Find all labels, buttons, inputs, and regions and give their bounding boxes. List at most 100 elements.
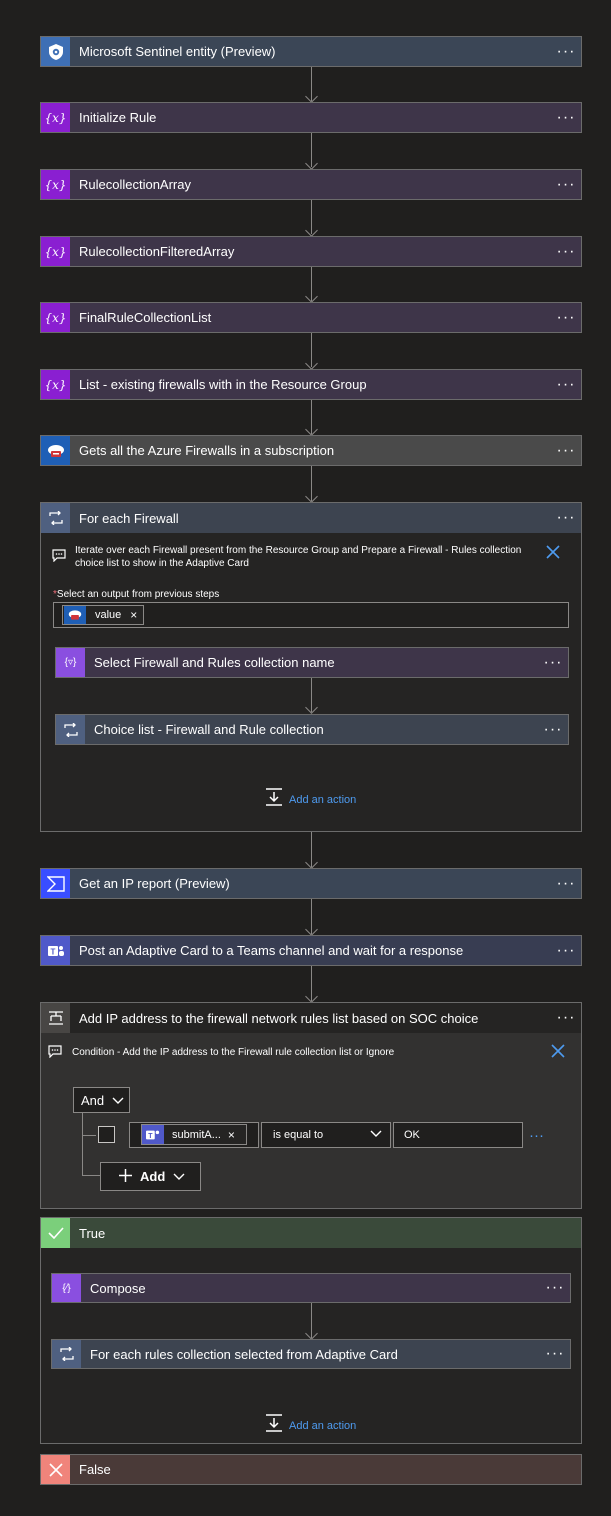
teams-icon: T: [41, 936, 70, 965]
svg-text:T: T: [148, 1133, 153, 1140]
select-firewall-step[interactable]: {▿} Select Firewall and Rules collection…: [55, 647, 569, 678]
token-remove-icon[interactable]: ×: [130, 608, 137, 622]
more-options-button[interactable]: ···: [551, 109, 581, 127]
close-icon: [41, 1455, 70, 1484]
add-action-label: Add an action: [289, 793, 357, 806]
tree-line: [82, 1135, 96, 1136]
loop-icon: [41, 503, 70, 533]
rulecollection-filtered-step[interactable]: {x} RulecollectionFilteredArray ···: [40, 236, 582, 267]
rulecollection-array-step[interactable]: {x} RulecollectionArray ···: [40, 169, 582, 200]
loop-icon: [56, 715, 85, 744]
get-ip-report-step[interactable]: Get an IP report (Preview) ···: [40, 868, 582, 899]
tree-line: [82, 1113, 83, 1176]
false-branch-header[interactable]: False: [40, 1454, 582, 1485]
step-title: Compose: [90, 1280, 146, 1296]
true-branch-header[interactable]: True: [40, 1217, 582, 1248]
connector-arrow-icon: [305, 157, 318, 170]
plus-icon: [119, 1168, 132, 1185]
get-azure-firewalls-step[interactable]: Gets all the Azure Firewalls in a subscr…: [40, 435, 582, 466]
more-options-button[interactable]: ···: [538, 721, 568, 739]
condition-value-input[interactable]: OK: [393, 1122, 523, 1148]
operator-dropdown[interactable]: is equal to: [261, 1122, 391, 1148]
select-output-text: Select an output from previous steps: [56, 589, 220, 600]
connector-arrow-icon: [305, 490, 318, 503]
step-title: Gets all the Azure Firewalls in a subscr…: [79, 443, 335, 458]
close-note-icon[interactable]: [545, 543, 561, 566]
step-title: Select Firewall and Rules collection nam…: [94, 655, 335, 670]
variable-icon: {x}: [41, 370, 70, 399]
connector-arrow-icon: [305, 990, 318, 1003]
step-title: For each Firewall: [79, 510, 179, 526]
condition-value: OK: [404, 1129, 420, 1141]
compose-icon: {⁄}: [52, 1274, 81, 1302]
token-label: value: [95, 609, 122, 621]
more-options-button[interactable]: ···: [551, 509, 581, 527]
add-action-label: Add an action: [289, 1419, 357, 1432]
submit-token[interactable]: T submitA... ×: [141, 1124, 247, 1145]
step-title: Initialize Rule: [79, 110, 157, 125]
token-remove-icon[interactable]: ×: [228, 1128, 235, 1142]
step-title: List - existing firewalls with in the Re…: [79, 377, 367, 392]
virustotal-icon: [41, 869, 70, 898]
sentinel-shield-icon: [41, 37, 70, 66]
row-checkbox[interactable]: [98, 1126, 115, 1143]
loop-icon: [52, 1340, 81, 1368]
select-output-label: *Select an output from previous steps: [53, 589, 219, 600]
foreach-note: Iterate over each Firewall present from …: [75, 545, 522, 569]
and-dropdown[interactable]: And: [73, 1087, 130, 1113]
row-more-button[interactable]: ···: [529, 1127, 544, 1144]
add-action-icon: [264, 787, 284, 812]
more-options-button[interactable]: ···: [538, 654, 568, 672]
comment-icon: [52, 549, 66, 567]
value-token[interactable]: value ×: [62, 605, 144, 625]
more-options-button[interactable]: ···: [551, 875, 581, 893]
more-options-button[interactable]: ···: [551, 376, 581, 394]
check-icon: [41, 1218, 70, 1248]
more-options-button[interactable]: ···: [551, 1009, 581, 1027]
add-action-button[interactable]: Add an action: [264, 787, 356, 812]
more-options-button[interactable]: ···: [540, 1279, 570, 1297]
connector-arrow-icon: [305, 423, 318, 436]
connector-arrow-icon: [305, 357, 318, 370]
initialize-rule-step[interactable]: {x} Initialize Rule ···: [40, 102, 582, 133]
connector-arrow-icon: [305, 224, 318, 237]
variable-icon: {x}: [41, 103, 70, 132]
step-title: For each rules collection selected from …: [90, 1346, 398, 1362]
condition-icon: [41, 1003, 70, 1033]
add-action-button[interactable]: Add an action: [264, 1413, 356, 1438]
and-label: And: [81, 1092, 105, 1108]
azure-cloud-icon: [41, 436, 70, 465]
more-options-button[interactable]: ···: [540, 1345, 570, 1363]
foreach-rules-step[interactable]: For each rules collection selected from …: [51, 1339, 571, 1369]
step-title: Post an Adaptive Card to a Teams channel…: [79, 943, 464, 958]
add-condition-button[interactable]: Add: [100, 1162, 201, 1191]
close-note-icon[interactable]: [550, 1043, 566, 1064]
condition-note: Condition - Add the IP address to the Fi…: [72, 1047, 395, 1058]
teams-icon: T: [142, 1125, 164, 1144]
more-options-button[interactable]: ···: [551, 442, 581, 460]
variable-icon: {x}: [41, 170, 70, 199]
sentinel-entity-step[interactable]: Microsoft Sentinel entity (Preview) ···: [40, 36, 582, 67]
more-options-button[interactable]: ···: [551, 43, 581, 61]
true-label: True: [79, 1225, 106, 1241]
list-firewalls-step[interactable]: {x} List - existing firewalls with in th…: [40, 369, 582, 400]
more-options-button[interactable]: ···: [551, 942, 581, 960]
more-options-button[interactable]: ···: [551, 176, 581, 194]
post-adaptive-card-step[interactable]: T Post an Adaptive Card to a Teams chann…: [40, 935, 582, 966]
comment-icon: [48, 1045, 62, 1063]
more-options-button[interactable]: ···: [551, 309, 581, 327]
step-title: RulecollectionFilteredArray: [79, 244, 235, 259]
variable-icon: {x}: [41, 303, 70, 332]
svg-text:T: T: [50, 947, 55, 956]
select-data-icon: {▿}: [56, 648, 85, 677]
step-title: Microsoft Sentinel entity (Preview): [79, 44, 276, 59]
more-options-button[interactable]: ···: [551, 243, 581, 261]
variable-icon: {x}: [41, 237, 70, 266]
compose-step[interactable]: {⁄} Compose ···: [51, 1273, 571, 1303]
token-label: submitA...: [172, 1128, 221, 1141]
choice-list-step[interactable]: Choice list - Firewall and Rule collecti…: [55, 714, 569, 745]
final-rule-collection-step[interactable]: {x} FinalRuleCollectionList ···: [40, 302, 582, 333]
tree-line: [82, 1175, 100, 1176]
condition-header[interactable]: Add IP address to the firewall network r…: [40, 1002, 582, 1033]
foreach-firewall-header[interactable]: For each Firewall ···: [40, 502, 582, 533]
